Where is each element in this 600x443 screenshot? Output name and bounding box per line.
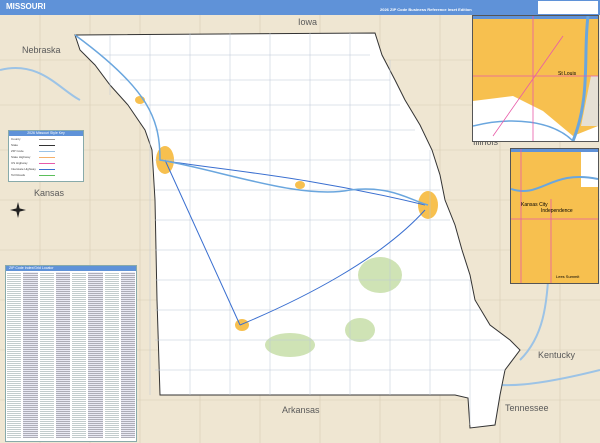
label-kansas: Kansas [34, 188, 65, 198]
legend-row: Toll Roads [9, 172, 83, 178]
label-tennessee: Tennessee [505, 403, 549, 413]
inset-city-lees-summit: Lees Summit [556, 274, 580, 279]
inset-city-independence: Independence [541, 208, 573, 214]
label-nebraska: Nebraska [22, 45, 61, 55]
label-iowa: Iowa [298, 17, 317, 27]
legend-label: Toll Roads [11, 173, 26, 177]
st-louis-inset-map [473, 16, 598, 141]
kansas-city-inset[interactable]: Kansas City Independence Lees Summit [510, 148, 599, 284]
map-title: MISSOURI [6, 2, 46, 11]
title-bar: MISSOURI 2026 ZIP Code Business Referenc… [0, 0, 600, 15]
zip-index: ZIP Code Index/Grid Locator [5, 265, 137, 442]
publisher-logo [538, 1, 598, 14]
label-kentucky: Kentucky [538, 350, 576, 360]
map-legend: 2026 Missouri Style Key County State ZIP… [8, 130, 84, 182]
st-louis-inset[interactable]: St Louis [472, 15, 599, 142]
inset-city-st-louis: St Louis [558, 71, 577, 77]
index-columns [6, 271, 136, 439]
label-arkansas: Arkansas [282, 405, 320, 415]
kansas-city-inset-map [511, 149, 598, 283]
map-subtitle: 2026 ZIP Code Business Reference Inset E… [380, 7, 472, 12]
